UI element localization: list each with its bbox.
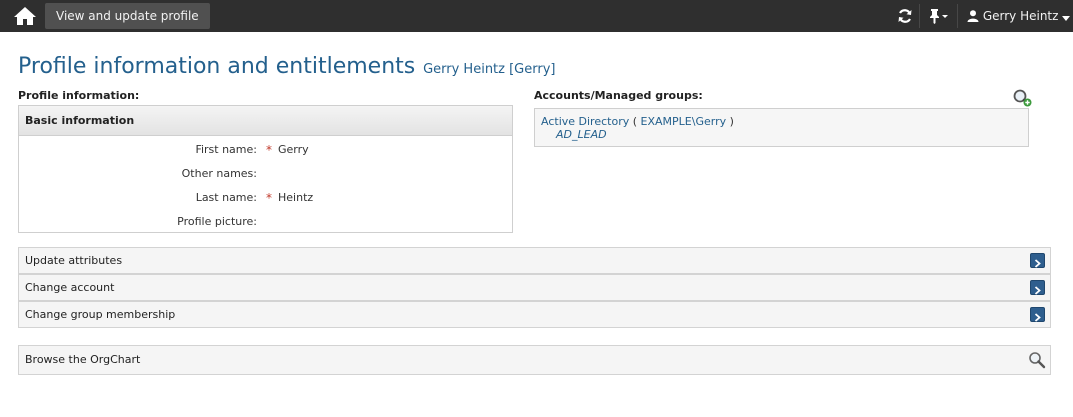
page-title-subject: Gerry Heintz [Gerry] <box>423 62 556 77</box>
refresh-button[interactable] <box>897 8 913 24</box>
chevron-right-icon <box>1034 313 1041 322</box>
account-name-link[interactable]: EXAMPLE\Gerry <box>641 115 727 128</box>
tab-view-update-profile[interactable]: View and update profile <box>45 3 210 29</box>
find-account-button[interactable] <box>1012 88 1032 108</box>
other-names-row: Other names: <box>19 164 512 184</box>
profile-picture-row: Profile picture: <box>19 212 512 232</box>
divider <box>957 4 958 28</box>
account-system-link[interactable]: Active Directory <box>541 115 629 128</box>
account-entry: Active Directory ( EXAMPLE\Gerry ) <box>541 115 1028 128</box>
chevron-right-icon <box>1034 286 1041 295</box>
accounts-panel: Active Directory ( EXAMPLE\Gerry ) AD_LE… <box>534 108 1029 147</box>
first-name-value: Gerry <box>278 143 309 156</box>
profile-picture-label: Profile picture: <box>177 215 257 228</box>
change-group-membership-label: Change group membership <box>25 308 176 321</box>
chevron-right-icon <box>1034 259 1041 268</box>
page-title-main: Profile information and entitlements <box>18 54 416 79</box>
pin-menu-button[interactable] <box>927 8 951 24</box>
go-button[interactable] <box>1030 280 1045 295</box>
change-account-row[interactable]: Change account <box>18 274 1051 301</box>
go-button[interactable] <box>1030 253 1045 268</box>
browse-orgchart-row[interactable]: Browse the OrgChart <box>18 345 1051 375</box>
browse-orgchart-label: Browse the OrgChart <box>25 353 141 366</box>
last-name-label: Last name: <box>195 191 257 204</box>
accounts-managed-groups-label: Accounts/Managed groups: <box>534 89 703 102</box>
first-name-row: First name: * Gerry <box>19 140 512 160</box>
update-attributes-label: Update attributes <box>25 254 123 267</box>
change-account-label: Change account <box>25 281 115 294</box>
required-marker: * <box>266 143 272 157</box>
refresh-icon <box>898 9 912 23</box>
divider <box>919 4 920 28</box>
go-button[interactable] <box>1030 307 1045 322</box>
top-navigation-bar: View and update profile Gerry Heintz <box>0 0 1073 32</box>
change-group-membership-row[interactable]: Change group membership <box>18 301 1051 328</box>
last-name-value: Heintz <box>278 191 314 204</box>
home-icon <box>14 7 36 25</box>
first-name-label: First name: <box>195 143 257 156</box>
required-marker: * <box>266 191 272 205</box>
page-title: Profile information and entitlements Ger… <box>18 54 555 79</box>
other-names-label: Other names: <box>181 167 257 180</box>
user-menu[interactable]: Gerry Heintz <box>967 0 1071 32</box>
basic-information-panel: Basic information First name: * Gerry Ot… <box>18 105 513 233</box>
profile-information-label: Profile information: <box>18 89 140 102</box>
pin-icon <box>930 9 948 24</box>
search-icon <box>1029 352 1046 369</box>
account-paren-open: ( <box>632 115 638 128</box>
home-button[interactable] <box>13 6 37 26</box>
user-name: Gerry Heintz <box>982 9 1059 23</box>
last-name-row: Last name: * Heintz <box>19 188 512 208</box>
basic-information-header: Basic information <box>19 106 512 136</box>
search-add-icon <box>1013 89 1032 107</box>
orgchart-search-button[interactable] <box>1028 351 1046 369</box>
caret-down-icon <box>1062 16 1071 21</box>
update-attributes-row[interactable]: Update attributes <box>18 247 1051 274</box>
user-icon <box>967 10 979 22</box>
account-paren-close: ) <box>729 115 734 128</box>
managed-group-link[interactable]: AD_LEAD <box>556 128 1028 141</box>
